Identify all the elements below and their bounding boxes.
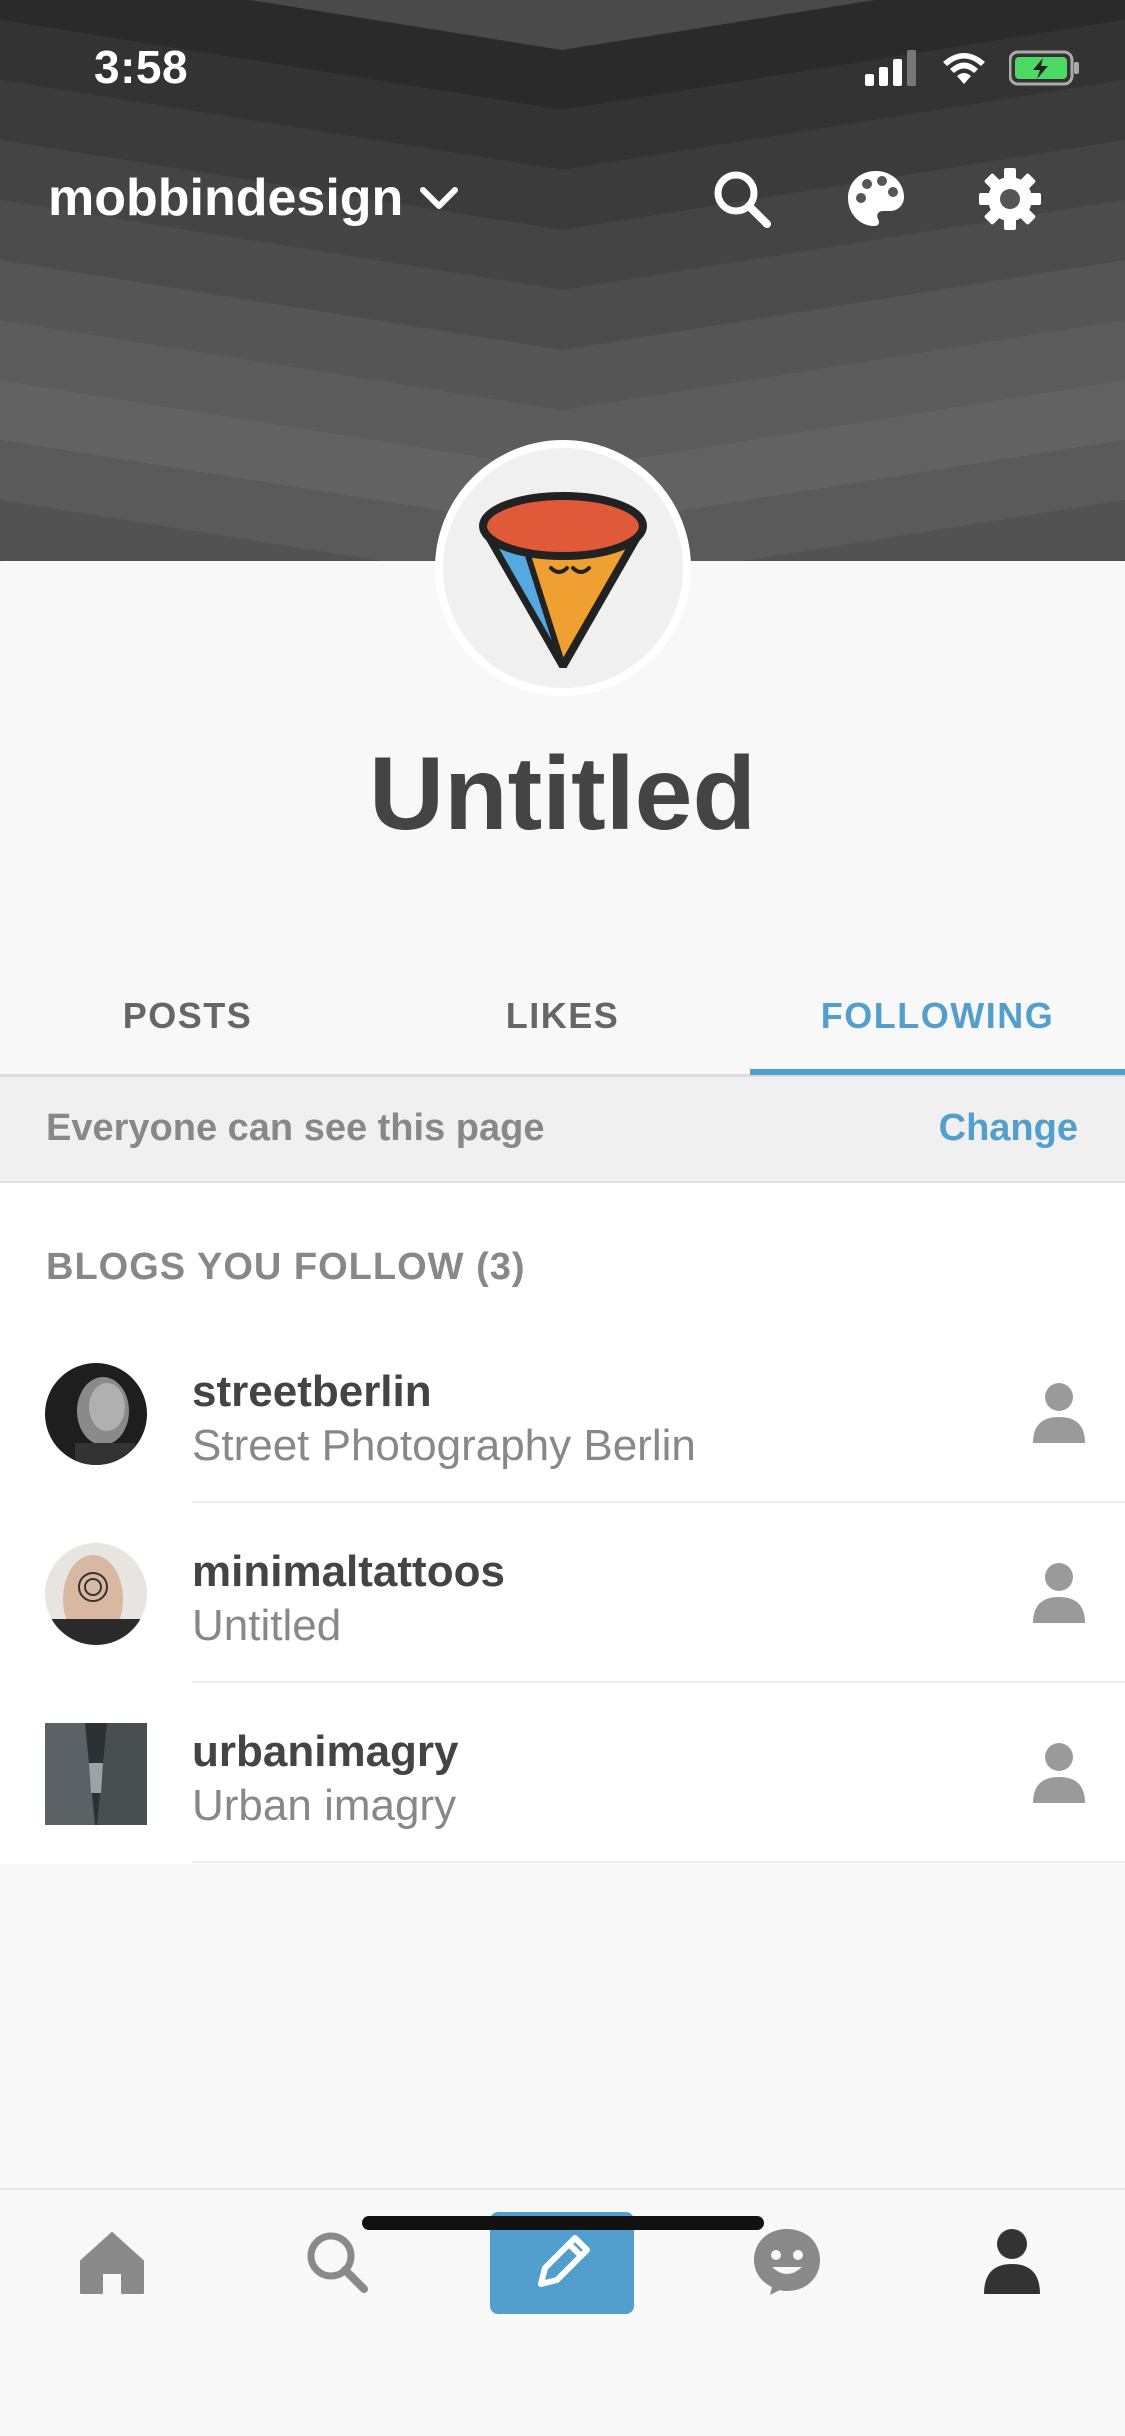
blog-name: mobbindesign — [48, 169, 404, 227]
page-title: Untitled — [368, 736, 757, 852]
person-icon[interactable] — [1029, 1381, 1089, 1447]
status-time: 3:58 — [94, 41, 189, 93]
emoji-icon — [754, 2229, 820, 2295]
blog-avatar-thumbnail — [45, 1363, 147, 1465]
blog-name: urbanimagry — [192, 1727, 459, 1776]
gear-icon — [979, 168, 1041, 230]
search-icon — [714, 171, 771, 228]
person-icon[interactable] — [1029, 1741, 1089, 1807]
visibility-bar: Everyone can see this page Change — [0, 1077, 1125, 1183]
person-icon[interactable] — [1029, 1561, 1089, 1627]
settings-button[interactable] — [975, 164, 1045, 234]
signal-icon — [865, 50, 916, 86]
search-icon — [307, 2232, 368, 2293]
nav-account[interactable] — [940, 2210, 1084, 2314]
tab-posts[interactable]: POSTS — [0, 955, 375, 1077]
active-tab-indicator — [750, 1069, 1125, 1075]
ice-cream-cone-avatar-icon — [479, 492, 647, 668]
profile-tabs: POSTS LIKES FOLLOWING — [0, 955, 1125, 1077]
visibility-text: Everyone can see this page — [46, 1107, 545, 1149]
blog-avatar-thumbnail — [45, 1723, 147, 1825]
blog-switcher[interactable]: mobbindesign — [48, 168, 459, 228]
blog-description: Untitled — [192, 1601, 342, 1650]
tab-following[interactable]: FOLLOWING — [750, 955, 1125, 1077]
chevron-down-icon — [420, 187, 459, 209]
tab-likes[interactable]: LIKES — [375, 955, 750, 1077]
home-indicator — [362, 2216, 764, 2230]
palette-icon — [848, 171, 904, 226]
blog-description: Street Photography Berlin — [192, 1421, 696, 1470]
battery-icon — [1009, 50, 1079, 86]
top-bar: mobbindesign — [0, 160, 1125, 240]
palette-button[interactable] — [841, 164, 911, 234]
blog-name: streetberlin — [192, 1367, 432, 1416]
search-button[interactable] — [707, 164, 777, 234]
section-heading: BLOGS YOU FOLLOW (3) — [46, 1246, 526, 1288]
blog-name: minimaltattoos — [192, 1547, 505, 1596]
list-item[interactable]: urbanimagry Urban imagry — [0, 1683, 1125, 1863]
account-icon — [984, 2229, 1040, 2294]
status-bar: 3:58 — [0, 0, 1125, 132]
compose-icon — [538, 2235, 590, 2287]
blog-description: Urban imagry — [192, 1781, 457, 1830]
blog-avatar-thumbnail — [45, 1543, 147, 1645]
change-visibility-link[interactable]: Change — [939, 1107, 1078, 1150]
list-item[interactable]: minimaltattoos Untitled — [0, 1503, 1125, 1683]
list-item[interactable]: streetberlin Street Photography Berlin — [0, 1323, 1125, 1503]
wifi-icon — [943, 53, 985, 84]
status-icons — [865, 48, 1081, 88]
blog-avatar[interactable] — [435, 440, 691, 696]
home-icon — [80, 2232, 144, 2294]
nav-home[interactable] — [40, 2210, 184, 2314]
following-list: BLOGS YOU FOLLOW (3) streetberlin Street… — [0, 1183, 1125, 1864]
divider — [192, 1861, 1125, 1863]
